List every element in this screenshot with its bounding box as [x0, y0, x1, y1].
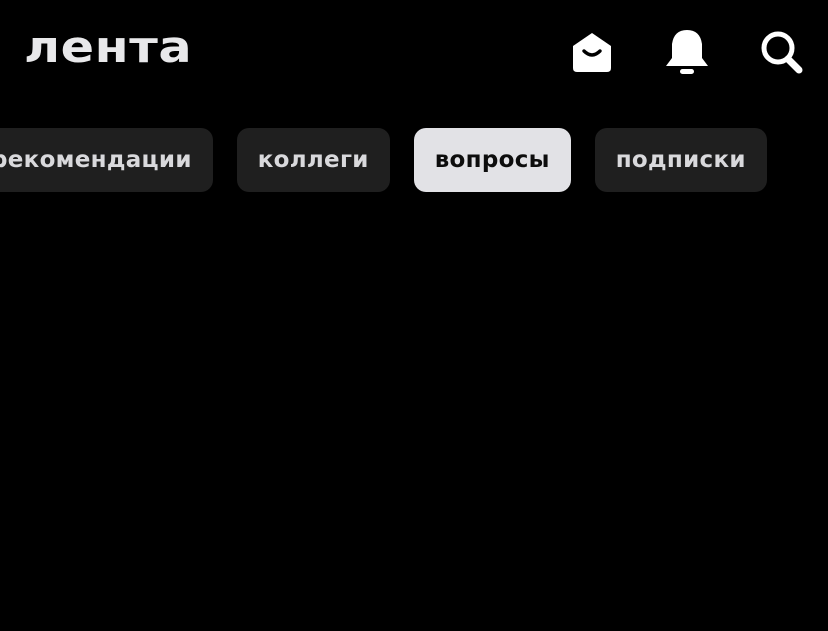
notifications-button[interactable] [664, 28, 710, 76]
feed-tabs: рекомендации коллеги вопросы подписки [0, 128, 828, 192]
tab-subscriptions[interactable]: подписки [594, 128, 767, 192]
tab-recommendations[interactable]: рекомендации [0, 128, 213, 192]
tab-colleagues[interactable]: коллеги [236, 128, 390, 192]
search-button[interactable] [759, 28, 805, 76]
bell-icon [666, 30, 708, 74]
search-icon [761, 31, 803, 74]
mail-icon [573, 33, 611, 72]
page-title: лента [24, 22, 193, 73]
tab-questions[interactable]: вопросы [413, 128, 571, 192]
mail-button[interactable] [569, 28, 615, 76]
app-header: лента [0, 0, 828, 100]
tabs-track: рекомендации коллеги вопросы подписки [0, 128, 767, 192]
